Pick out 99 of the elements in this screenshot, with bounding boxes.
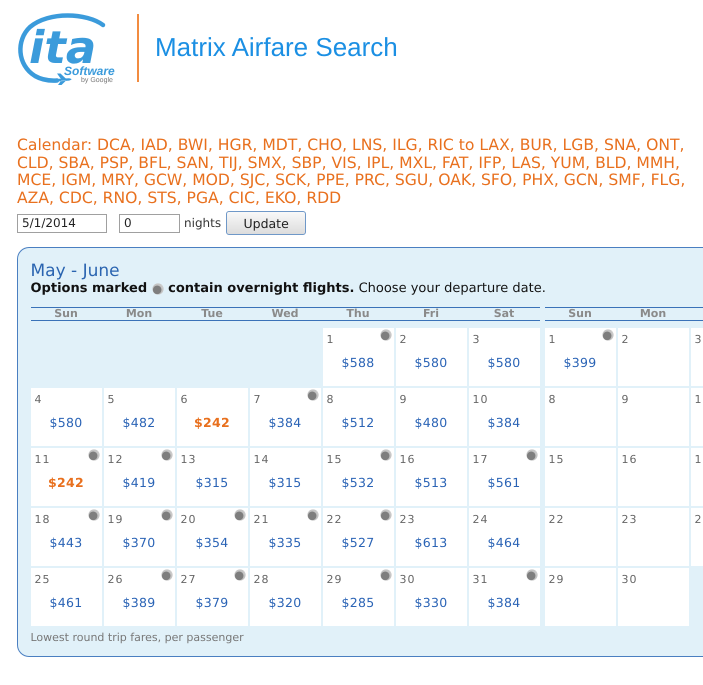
fare-link[interactable]: $315 — [195, 475, 228, 490]
weekday-label: Mon — [126, 308, 152, 320]
fare-link[interactable]: $242 — [48, 475, 84, 490]
fare-link[interactable]: $354 — [195, 535, 228, 550]
day-number: 24 — [472, 512, 488, 526]
day-number: 30 — [622, 572, 638, 586]
page-title: Matrix Airfare Search — [155, 32, 398, 62]
day-number: 7 — [254, 392, 262, 406]
day-number: 3 — [472, 332, 480, 346]
fare-link[interactable]: $527 — [341, 535, 374, 550]
fare-link[interactable]: $513 — [414, 475, 448, 490]
nights-label: nights — [184, 216, 222, 230]
day-number: 23 — [622, 512, 638, 526]
day-number: 30 — [400, 572, 416, 586]
fare-link[interactable]: $443 — [49, 535, 82, 550]
fare-link[interactable]: $330 — [414, 595, 448, 610]
fare-link[interactable]: $512 — [341, 415, 374, 430]
day-number: 10 — [472, 392, 488, 406]
day-number: 26 — [108, 572, 124, 586]
day-number: 1 — [694, 392, 702, 406]
fare-link[interactable]: $419 — [122, 475, 156, 490]
fare-link[interactable]: $482 — [122, 415, 156, 430]
day-number: 17 — [472, 452, 488, 466]
fare-link[interactable]: $315 — [268, 475, 302, 490]
day-number: 25 — [34, 572, 50, 586]
fare-link[interactable]: $580 — [414, 355, 448, 370]
day-number: 13 — [180, 452, 196, 466]
day-number: 15 — [326, 452, 342, 466]
nights-field[interactable]: 0 — [119, 214, 180, 232]
day-number: 9 — [400, 392, 408, 406]
fare-link[interactable]: $613 — [414, 535, 448, 550]
day-number: 2 — [694, 512, 702, 526]
date-field[interactable]: 5/1/2014 — [17, 214, 107, 232]
moon-icon — [152, 282, 164, 294]
fare-link[interactable]: $379 — [195, 595, 228, 610]
fare-link[interactable]: $561 — [487, 475, 520, 490]
day-number: 12 — [108, 452, 124, 466]
fare-link[interactable]: $389 — [122, 595, 156, 610]
calendar-heading: Calendar: DCA, IAD, BWI, HGR, MDT, CHO, LNS, ILG, RIC to LAX, BUR, LGB, SNA, ONT, CLD, SBA, PSP, BFL, SAN, TIJ, SMX, SBP, VIS, IPL, MXL, FAT, IFP, LAS, YUM, BLD, MMH, MCE, IGM, MRY, GCW, MOD, SJC, SCK, PPE, PRC, SGU, OAK, SFO, PHX, GCN, SMF, FLG, AZA, CDC, RNO, STS, PGA, CIC, EKO, RDD — [17, 137, 686, 207]
fare-link[interactable]: $461 — [49, 595, 82, 610]
fare-link[interactable]: $335 — [268, 535, 302, 550]
day-number: 27 — [180, 572, 196, 586]
fare-link[interactable]: $285 — [341, 595, 374, 610]
day-number: 1 — [326, 332, 334, 346]
day-number: 16 — [400, 452, 416, 466]
weekday-label: Thu — [346, 308, 370, 320]
fare-link[interactable]: $384 — [268, 415, 302, 430]
day-number: 1 — [694, 452, 702, 466]
fare-link[interactable]: $320 — [268, 595, 302, 610]
fare-link[interactable]: $384 — [487, 595, 520, 610]
fare-link[interactable]: $464 — [487, 535, 520, 550]
day-number: 29 — [548, 572, 564, 586]
day-number: 3 — [694, 332, 702, 346]
day-number: 2 — [622, 332, 630, 346]
footnote-text: Lowest round trip fares, per passenger — [30, 630, 244, 644]
day-number: 21 — [254, 512, 270, 526]
weekday-label: Mon — [640, 308, 666, 320]
day-number: 23 — [400, 512, 416, 526]
fare-link[interactable]: $242 — [194, 415, 230, 430]
day-number: 14 — [254, 452, 270, 466]
day-number: 8 — [326, 392, 334, 406]
day-number: 8 — [548, 392, 556, 406]
day-number: 20 — [180, 512, 196, 526]
fare-link[interactable]: $399 — [563, 355, 596, 370]
day-number: 9 — [622, 392, 630, 406]
weekday-label: Wed — [271, 308, 299, 320]
weekday-label: Sun — [568, 308, 592, 320]
day-number: 28 — [254, 572, 270, 586]
day-number: 22 — [326, 512, 342, 526]
fare-link[interactable]: $532 — [341, 475, 374, 490]
day-number: 11 — [34, 452, 50, 466]
day-number: 4 — [34, 392, 42, 406]
fare-link[interactable]: $370 — [122, 535, 156, 550]
legend-text: contain overnight flights. Choose your departure date. — [168, 280, 546, 296]
day-number: 31 — [472, 572, 488, 586]
day-number: 6 — [180, 392, 188, 406]
day-number: 16 — [622, 452, 638, 466]
day-number: 19 — [108, 512, 124, 526]
fare-link[interactable]: $580 — [487, 355, 520, 370]
logo-wordmark: ita — [29, 31, 96, 66]
update-button[interactable]: Update — [226, 211, 306, 235]
day-number: 22 — [548, 512, 564, 526]
weekday-label: Sun — [54, 308, 78, 320]
fare-link[interactable]: $384 — [487, 415, 520, 430]
fare-link[interactable]: $588 — [341, 355, 374, 370]
day-number: 15 — [548, 452, 564, 466]
day-number: 18 — [34, 512, 50, 526]
day-number: 1 — [548, 332, 556, 346]
day-number: 29 — [326, 572, 342, 586]
logo-product-name: Software — [64, 66, 115, 76]
day-number: 2 — [400, 332, 408, 346]
calendar-title: May - June — [30, 260, 120, 280]
fare-link[interactable]: $480 — [414, 415, 448, 430]
legend-text: Options marked — [30, 280, 148, 296]
fare-link[interactable]: $580 — [49, 415, 82, 430]
weekday-label: Tue — [201, 308, 223, 320]
weekday-label: Fri — [422, 308, 439, 320]
day-number: 5 — [108, 392, 116, 406]
weekday-label: Sat — [494, 308, 514, 320]
